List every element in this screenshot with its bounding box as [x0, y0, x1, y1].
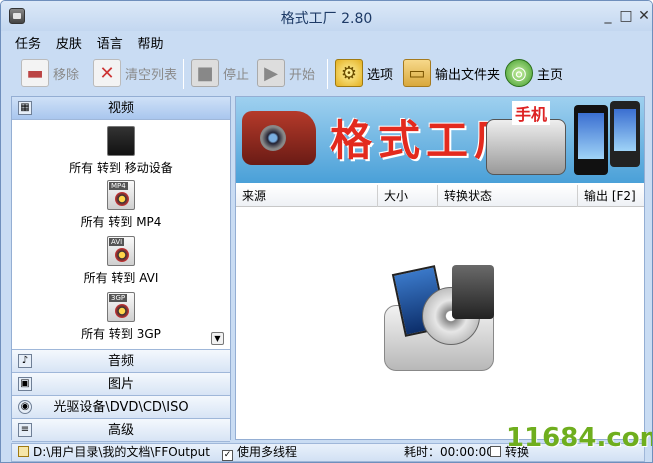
remove-icon: ▬ — [21, 59, 49, 87]
3gp-file-icon: 3GP — [107, 292, 135, 322]
list-item-label: 所有 转到 MP4 — [80, 215, 162, 229]
minimize-button[interactable]: _ — [599, 9, 617, 23]
stop-icon: ■ — [191, 59, 219, 87]
window-title: 格式工厂 2.80 — [280, 11, 373, 27]
category-sidebar: ▦ 视频 所有 转到 移动设备 MP4 所有 转到 MP4 AVI 所有 转到 … — [11, 96, 231, 442]
column-source[interactable]: 来源 — [236, 185, 378, 207]
category-audio-label: 音频 — [107, 354, 134, 369]
video-format-list: 所有 转到 移动设备 MP4 所有 转到 MP4 AVI 所有 转到 AVI 3… — [12, 120, 230, 350]
convert-to-3gp-item[interactable]: 3GP 所有 转到 3GP — [12, 292, 230, 342]
elapsed-time: 耗时：00:00:00 — [404, 445, 494, 459]
list-item-label: 所有 转到 3GP — [81, 327, 161, 341]
remove-label: 移除 — [53, 67, 80, 83]
category-audio[interactable]: ♪ 音频 — [12, 350, 230, 373]
folder-icon: ▭ — [403, 59, 431, 87]
clear-icon: ✕ — [93, 59, 121, 87]
mobile-device-icon — [107, 126, 135, 156]
options-button[interactable]: ⚙ 选项 — [335, 55, 393, 91]
options-label: 选项 — [367, 67, 394, 83]
watermark: 11684.com — [506, 423, 653, 453]
start-button[interactable]: ▶ 开始 — [257, 55, 315, 91]
format-factory-logo-icon — [378, 265, 502, 375]
clear-list-button[interactable]: ✕ 清空列表 — [93, 55, 177, 91]
app-window: 格式工厂 2.80 _ □ ✕ 任务 皮肤 语言 帮助 ▬ 移除 ✕ 清空列表 … — [0, 0, 653, 463]
title-bar: 格式工厂 2.80 _ □ ✕ — [1, 1, 652, 31]
list-item-label: 所有 转到 移动设备 — [69, 161, 173, 175]
advanced-icon: ≡ — [18, 423, 32, 437]
home-label: 主页 — [537, 67, 564, 83]
column-output[interactable]: 输出 [F2] — [578, 185, 644, 207]
output-folder-path[interactable]: D:\用户目录\我的文档\FFOutput — [18, 444, 210, 461]
menu-bar: 任务 皮肤 语言 帮助 — [15, 33, 175, 52]
gear-icon: ⚙ — [335, 59, 363, 87]
category-video[interactable]: ▦ 视频 — [12, 97, 230, 120]
stop-button[interactable]: ■ 停止 — [191, 55, 249, 91]
start-label: 开始 — [289, 67, 316, 83]
toolbar-separator — [183, 59, 184, 89]
menu-skin[interactable]: 皮肤 — [56, 33, 82, 52]
banner-subtitle: 手机 — [512, 101, 551, 125]
checkbox-checked-icon: ✓ — [222, 450, 233, 461]
maximize-button[interactable]: □ — [617, 9, 635, 23]
toolbar-separator — [327, 59, 328, 89]
globe-icon: ◎ — [505, 59, 533, 87]
picture-icon: ▣ — [18, 377, 32, 391]
folder-icon — [18, 446, 29, 457]
toolbar: ▬ 移除 ✕ 清空列表 ■ 停止 ▶ 开始 ⚙ 选项 ▭ 输出文件夹 ◎ 主页 — [15, 55, 645, 93]
multithread-checkbox[interactable]: ✓ 使用多线程 — [222, 444, 297, 461]
remove-button[interactable]: ▬ 移除 — [21, 55, 79, 91]
menu-help[interactable]: 帮助 — [138, 33, 164, 52]
camcorder-icon — [242, 111, 316, 165]
column-status[interactable]: 转换状态 — [438, 185, 578, 207]
disc-icon: ◉ — [18, 400, 32, 414]
phone-icon — [486, 119, 566, 175]
menu-language[interactable]: 语言 — [97, 33, 123, 52]
category-video-label: 视频 — [107, 101, 134, 116]
output-folder-button[interactable]: ▭ 输出文件夹 — [403, 55, 500, 91]
menu-task[interactable]: 任务 — [15, 33, 41, 52]
avi-file-icon: AVI — [107, 236, 135, 266]
phone-icon — [610, 101, 640, 167]
start-icon: ▶ — [257, 59, 285, 87]
mp4-file-icon: MP4 — [107, 180, 135, 210]
clear-label: 清空列表 — [125, 67, 178, 83]
convert-to-mobile-item[interactable]: 所有 转到 移动设备 — [12, 126, 230, 176]
category-advanced-label: 高级 — [107, 423, 134, 438]
column-size[interactable]: 大小 — [378, 185, 438, 207]
category-optical-label: 光驱设备\DVD\CD\ISO — [53, 400, 189, 415]
convert-to-mp4-item[interactable]: MP4 所有 转到 MP4 — [12, 180, 230, 230]
home-button[interactable]: ◎ 主页 — [505, 55, 563, 91]
task-table-header: 来源 大小 转换状态 输出 [F2] — [236, 185, 644, 207]
music-note-icon: ♪ — [18, 354, 32, 368]
close-button[interactable]: ✕ — [635, 9, 652, 23]
convert-to-avi-item[interactable]: AVI 所有 转到 AVI — [12, 236, 230, 286]
task-panel: 格式工厂 手机 来源 大小 转换状态 输出 [F2] — [235, 96, 645, 440]
category-picture-label: 图片 — [107, 377, 134, 392]
banner-image: 格式工厂 手机 — [236, 97, 644, 183]
stop-label: 停止 — [223, 67, 250, 83]
category-picture[interactable]: ▣ 图片 — [12, 373, 230, 396]
output-folder-label: 输出文件夹 — [435, 67, 501, 83]
video-category-icon: ▦ — [18, 101, 32, 115]
category-advanced[interactable]: ≡ 高级 — [12, 419, 230, 442]
category-optical[interactable]: ◉ 光驱设备\DVD\CD\ISO — [12, 396, 230, 419]
list-item-label: 所有 转到 AVI — [83, 271, 159, 285]
checkbox-icon — [490, 446, 501, 457]
phone-icon — [574, 105, 608, 175]
scroll-down-icon[interactable]: ▼ — [211, 332, 224, 345]
